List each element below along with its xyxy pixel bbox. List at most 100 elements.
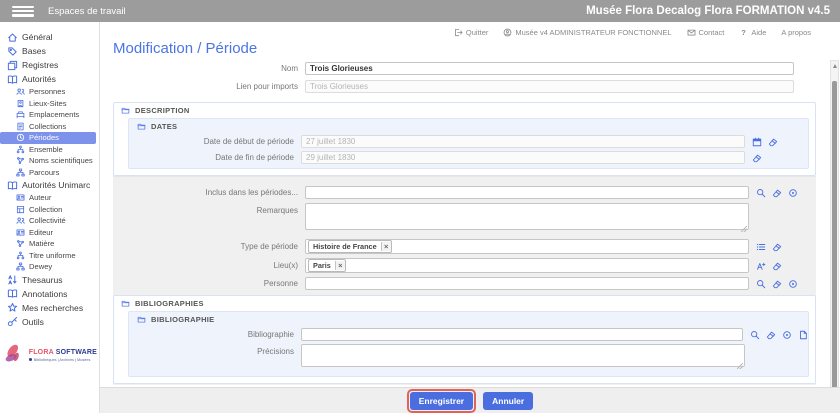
tag-icon [7,46,18,57]
key-icon [7,316,18,327]
users-icon [16,87,25,96]
utility-item-label: A propos [781,28,811,37]
authority-link-icon[interactable] [756,261,766,271]
lieux-input[interactable]: Paris× [305,258,749,273]
eraser-icon[interactable] [772,279,782,289]
scrollbar-thumb[interactable] [832,81,837,389]
flora-logo-butterfly [4,341,27,371]
sidebar-item-ensemble[interactable]: Ensemble [0,144,99,156]
search-icon[interactable] [750,330,760,340]
nom-input[interactable] [305,62,794,75]
nom-label: Nom [113,64,305,73]
vertical-scrollbar[interactable] [830,60,839,407]
type-periode-input[interactable]: Histoire de France× [305,239,749,254]
eraser-icon[interactable] [768,137,778,147]
remove-tag-icon[interactable]: × [335,261,345,270]
sidebar-item-auteur[interactable]: Auteur [0,192,99,204]
utility-item-label: Aide [751,28,766,37]
layout-icon [16,110,25,119]
sidebar-item-noms-scientifiques[interactable]: Noms scientifiques [0,155,99,167]
precisions-label: Précisions [137,347,301,356]
sidebar-item-label: Annotations [22,289,67,299]
personne-input[interactable] [305,277,749,290]
sidebar-item-thesaurus[interactable]: Thesaurus [0,273,99,287]
inclus-input[interactable] [305,186,749,199]
app-title: Musée Flora Decalog Flora FORMATION v4.5 [586,5,830,17]
sidebar-item-label: Matière [29,239,54,248]
sidebar-item-outils[interactable]: Outils [0,315,99,329]
utility-quitter[interactable]: Quitter [454,28,489,37]
star-icon [7,302,18,313]
date-debut-label: Date de début de période [137,137,301,146]
document-icon[interactable] [798,330,808,340]
sidebar-item-label: Autorités Unimarc [22,180,90,190]
sidebar-item-matiere[interactable]: Matière [0,238,99,250]
precisions-textarea[interactable] [301,344,745,367]
sidebar-item-collection[interactable]: Collection [0,204,99,216]
flora-logo: FLORA SOFTWARE Bibliothèques | Archives … [4,341,97,371]
remove-tag-icon[interactable]: × [381,242,391,251]
search-icon[interactable] [756,188,766,198]
sidebar-item-bases[interactable]: Bases [0,44,99,58]
book-icon [7,74,18,85]
sidebar-item-collectivite[interactable]: Collectivité [0,215,99,227]
sidebar-item-label: Mes recherches [22,303,83,313]
sidebar-item-annotations[interactable]: Annotations [0,287,99,301]
sidebar-item-emplacements[interactable]: Emplacements [0,109,99,121]
footer-action-bar: Enregistrer Annuler [100,387,840,413]
save-button[interactable]: Enregistrer [410,392,473,410]
utility-item-label: Musée v4 ADMINISTRATEUR FONCTIONNEL [515,28,671,37]
utility-apropos[interactable]: A propos [781,28,811,37]
search-icon[interactable] [756,279,766,289]
hamburger-menu-icon[interactable] [12,6,34,17]
sidebar-item-general[interactable]: Général [0,30,99,44]
cancel-button[interactable]: Annuler [483,392,533,410]
sidebar-item-mes-recherches[interactable]: Mes recherches [0,301,99,315]
folder-icon[interactable] [137,315,146,324]
sidebar-item-autorites-unimarc[interactable]: Autorités Unimarc [0,178,99,192]
sidebar-item-parcours[interactable]: Parcours [0,167,99,179]
eraser-icon[interactable] [772,188,782,198]
sidebar-item-collections[interactable]: Collections [0,121,99,133]
field-row-lieux: Lieu(x) Paris× [113,258,816,273]
sidebar-item-dewey[interactable]: Dewey [0,261,99,273]
sidebar-item-label: Registres [22,60,58,70]
sidebar-item-periodes[interactable]: Périodes [0,132,96,144]
target-icon[interactable] [788,279,798,289]
remarques-textarea[interactable] [305,203,749,230]
sidebar-item-label: Editeur [29,228,53,237]
calendar-icon[interactable] [752,137,762,147]
tag-chip: Histoire de France× [308,240,392,253]
field-row-precisions: Précisions [129,344,808,372]
folder-icon[interactable] [137,122,146,131]
utility-contact[interactable]: Contact [687,28,725,37]
sidebar-item-label: Emplacements [29,110,79,119]
sitemap-icon [16,262,25,271]
eraser-icon[interactable] [766,330,776,340]
bibliographie-label: Bibliographie [137,330,301,339]
target-icon[interactable] [782,330,792,340]
utility-aide[interactable]: ?Aide [739,28,766,37]
utility-session[interactable]: Musée v4 ADMINISTRATEUR FONCTIONNEL [503,28,671,37]
usercard-icon [16,193,25,202]
sidebar-item-personnes[interactable]: Personnes [0,86,99,98]
sidebar-item-autorites[interactable]: Autorités [0,72,99,86]
bibliographie-input[interactable] [301,328,743,341]
list-icon[interactable] [756,242,766,252]
sidebar-item-registres[interactable]: Registres [0,58,99,72]
eraser-icon[interactable] [752,153,762,163]
date-fin-label: Date de fin de période [137,153,301,162]
eraser-icon[interactable] [772,261,782,271]
sidebar-item-lieux-sites[interactable]: Lieux-Sites [0,98,99,110]
sidebar-item-label: Parcours [29,168,59,177]
folder-icon[interactable] [121,299,130,308]
sidebar-item-titre-uniforme[interactable]: Titre uniforme [0,250,99,262]
eraser-icon[interactable] [772,242,782,252]
folder-icon[interactable] [121,106,130,115]
workspace-label[interactable]: Espaces de travail [48,6,126,17]
target-icon[interactable] [788,188,798,198]
sidebar-item-label: Périodes [29,133,59,142]
sidebar-item-editeur[interactable]: Editeur [0,227,99,239]
page-title: Modification / Période [113,40,817,57]
section-bibliographie-title: BIBLIOGRAPHIE [151,315,215,324]
